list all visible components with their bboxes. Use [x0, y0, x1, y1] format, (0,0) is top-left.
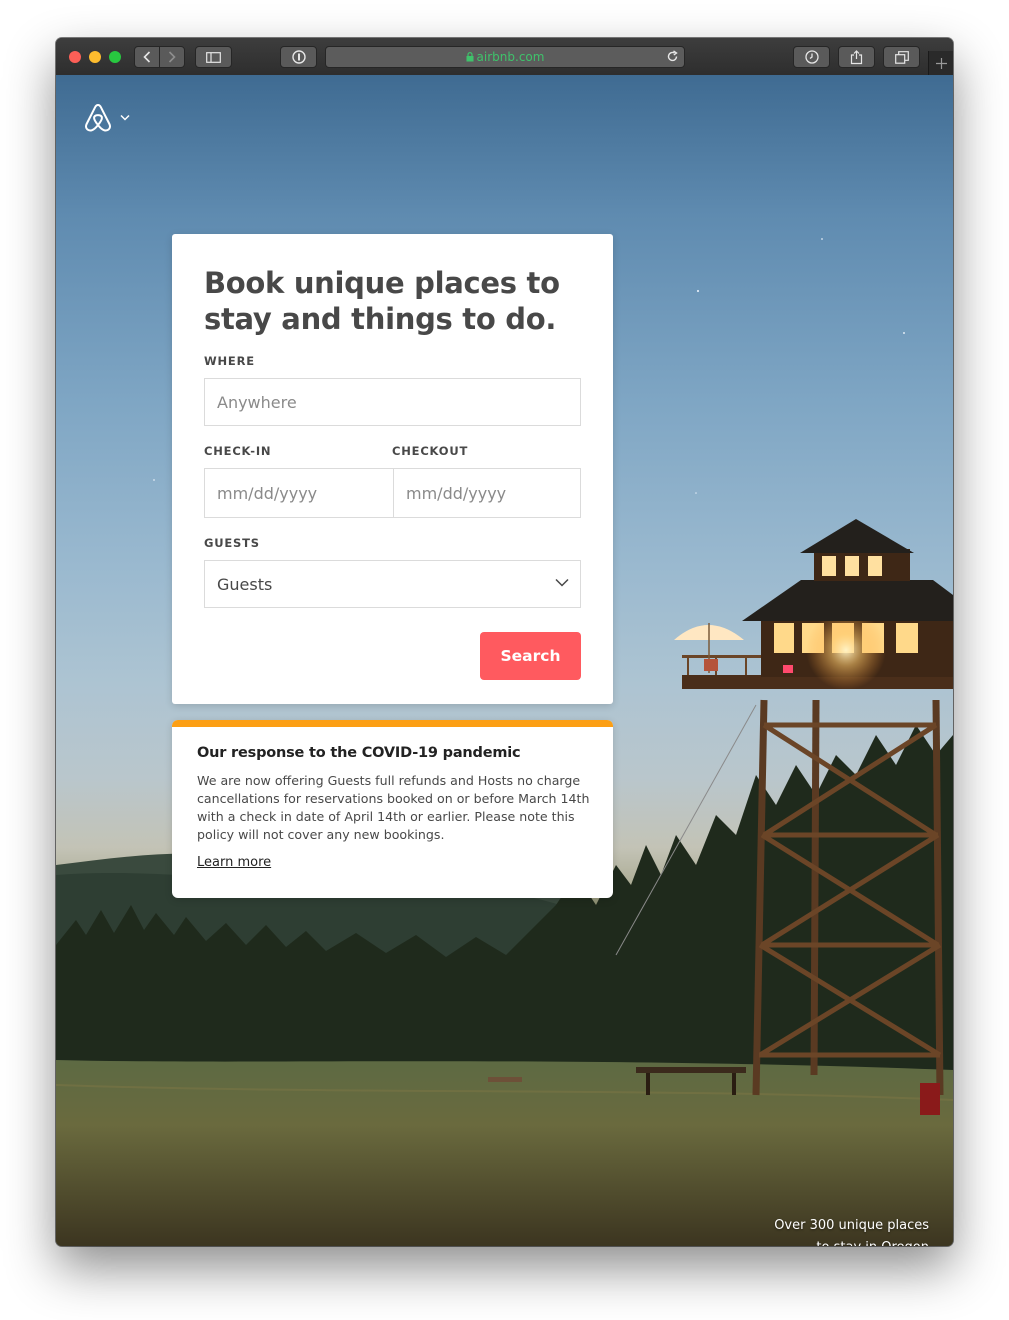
url-text: airbnb.com: [476, 50, 545, 64]
chevron-down-icon: [555, 578, 569, 587]
checkout-placeholder: mm/dd/yyyy: [406, 483, 507, 503]
chevron-right-icon: [168, 51, 176, 63]
new-tab-button[interactable]: [928, 51, 953, 75]
back-button[interactable]: [134, 46, 160, 68]
chevron-left-icon: [143, 51, 151, 63]
history-button[interactable]: [793, 46, 830, 68]
page-title: Book unique places to stay and things to…: [204, 266, 560, 336]
password-manager-button[interactable]: [280, 46, 317, 68]
where-input[interactable]: Anywhere: [204, 378, 581, 426]
search-card: Book unique places to stay and things to…: [172, 234, 613, 704]
checkin-placeholder: mm/dd/yyyy: [217, 483, 318, 503]
caption-line-1: Over 300 unique places: [774, 1218, 929, 1233]
checkin-input[interactable]: mm/dd/yyyy: [204, 468, 394, 518]
close-window-button[interactable]: [69, 51, 81, 63]
guests-value: Guests: [217, 574, 273, 594]
where-placeholder: Anywhere: [217, 392, 297, 412]
caption-line-2: to stay in Oregon: [669, 1237, 929, 1246]
notice-title: Our response to the COVID-19 pandemic: [197, 745, 521, 761]
airbnb-belo-icon: [85, 104, 111, 132]
learn-more-link[interactable]: Learn more: [197, 855, 271, 870]
sidebar-button[interactable]: [195, 46, 232, 68]
onepassword-icon: [291, 50, 306, 64]
notice-accent-bar: [172, 720, 613, 727]
guests-label: GUESTS: [204, 536, 260, 550]
notice-body: We are now offering Guests full refunds …: [197, 773, 590, 842]
tabs-overview-button[interactable]: [883, 46, 920, 68]
sidebar-icon: [206, 51, 221, 63]
page-viewport: Book unique places to stay and things to…: [56, 75, 953, 1246]
search-button[interactable]: Search: [480, 632, 581, 680]
reload-icon[interactable]: [666, 50, 679, 63]
plus-icon: [935, 57, 947, 69]
tabs-icon: [894, 50, 909, 64]
address-bar[interactable]: airbnb.com: [325, 46, 685, 68]
photo-caption: Over 300 unique places to stay in Oregon: [669, 1215, 929, 1246]
lock-icon: [466, 52, 474, 62]
share-icon: [850, 49, 863, 64]
covid-notice-card: Our response to the COVID-19 pandemic We…: [172, 720, 613, 898]
guests-select[interactable]: Guests: [204, 560, 581, 608]
browser-window: airbnb.com Book unique places to stay an…: [56, 38, 953, 1246]
share-button[interactable]: [838, 46, 875, 68]
minimize-window-button[interactable]: [89, 51, 101, 63]
checkout-input[interactable]: mm/dd/yyyy: [393, 468, 581, 518]
clock-icon: [804, 50, 819, 64]
chevron-down-icon: [120, 114, 130, 121]
checkin-label: CHECK-IN: [204, 444, 272, 458]
where-label: WHERE: [204, 354, 255, 368]
airbnb-logo-menu[interactable]: [82, 101, 130, 133]
forward-button[interactable]: [159, 46, 185, 68]
checkout-label: CHECKOUT: [392, 444, 469, 458]
zoom-window-button[interactable]: [109, 51, 121, 63]
browser-toolbar: airbnb.com: [56, 38, 953, 76]
